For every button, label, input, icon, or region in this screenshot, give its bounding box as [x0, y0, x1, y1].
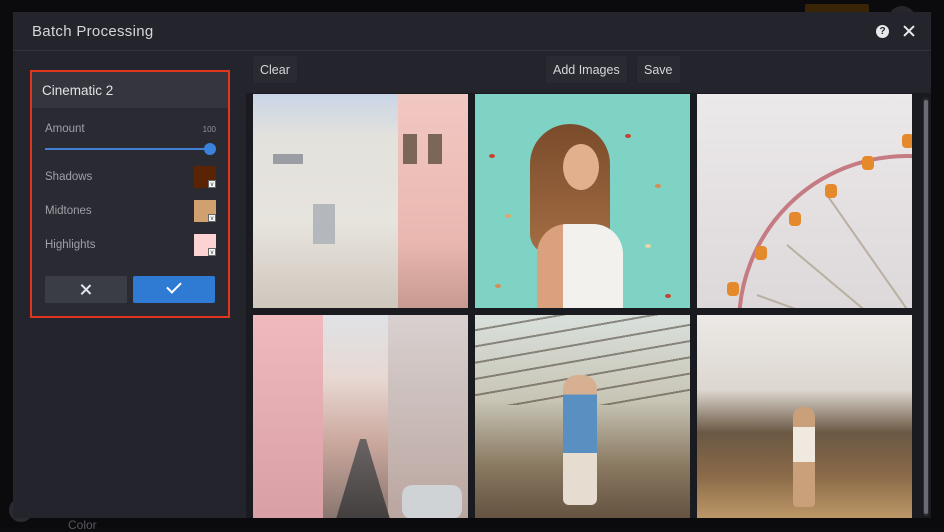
highlights-row: Highlights v: [45, 234, 216, 256]
dialog-title: Batch Processing: [32, 23, 154, 40]
close-icon[interactable]: [901, 23, 917, 39]
cancel-button[interactable]: [45, 276, 127, 303]
slider-thumb[interactable]: [204, 143, 216, 155]
preset-panel: Cinematic 2 Amount 100 Shadows v Midtone…: [30, 70, 230, 318]
image-thumbnail[interactable]: [253, 94, 468, 308]
preset-actions: [45, 276, 215, 303]
dialog-header: Batch Processing ?: [13, 12, 931, 51]
clear-button[interactable]: Clear: [253, 56, 297, 83]
shadows-color-picker[interactable]: v: [194, 166, 216, 188]
image-thumbnail[interactable]: [697, 94, 912, 308]
check-icon: [166, 278, 182, 294]
image-thumbnail[interactable]: [253, 315, 468, 518]
preset-name: Cinematic 2: [42, 83, 113, 98]
image-thumbnail[interactable]: [475, 315, 690, 518]
chevron-down-icon: v: [208, 248, 216, 256]
scrollbar[interactable]: [923, 98, 929, 516]
midtones-label: Midtones: [45, 205, 92, 217]
amount-label: Amount: [45, 123, 85, 135]
save-button[interactable]: Save: [637, 56, 680, 83]
highlights-color-picker[interactable]: v: [194, 234, 216, 256]
toolbar: Clear Add Images Save: [246, 52, 931, 93]
apply-button[interactable]: [133, 276, 215, 303]
add-images-button[interactable]: Add Images: [546, 56, 627, 83]
image-grid: [253, 94, 913, 518]
highlights-label: Highlights: [45, 239, 96, 251]
chevron-down-icon: v: [208, 214, 216, 222]
midtones-color-picker[interactable]: v: [194, 200, 216, 222]
question-circle-icon[interactable]: ?: [876, 25, 889, 38]
preset-header: Cinematic 2: [32, 72, 228, 108]
slider-track: [45, 148, 210, 150]
midtones-row: Midtones v: [45, 200, 216, 222]
scrollbar-thumb[interactable]: [924, 100, 928, 514]
image-area: Clear Add Images Save: [246, 52, 931, 518]
amount-row: Amount 100: [45, 123, 216, 135]
background-color-label: Color: [68, 518, 97, 532]
preset-sidebar: Cinematic 2 Amount 100 Shadows v Midtone…: [13, 52, 246, 518]
image-thumbnail[interactable]: [475, 94, 690, 308]
chevron-down-icon: v: [208, 180, 216, 188]
batch-processing-dialog: Batch Processing ? Cinematic 2 Amount 10…: [13, 12, 931, 518]
shadows-label: Shadows: [45, 171, 92, 183]
image-thumbnail[interactable]: [697, 315, 912, 518]
amount-slider[interactable]: [45, 144, 216, 154]
shadows-row: Shadows v: [45, 166, 216, 188]
amount-value: 100: [203, 125, 216, 134]
